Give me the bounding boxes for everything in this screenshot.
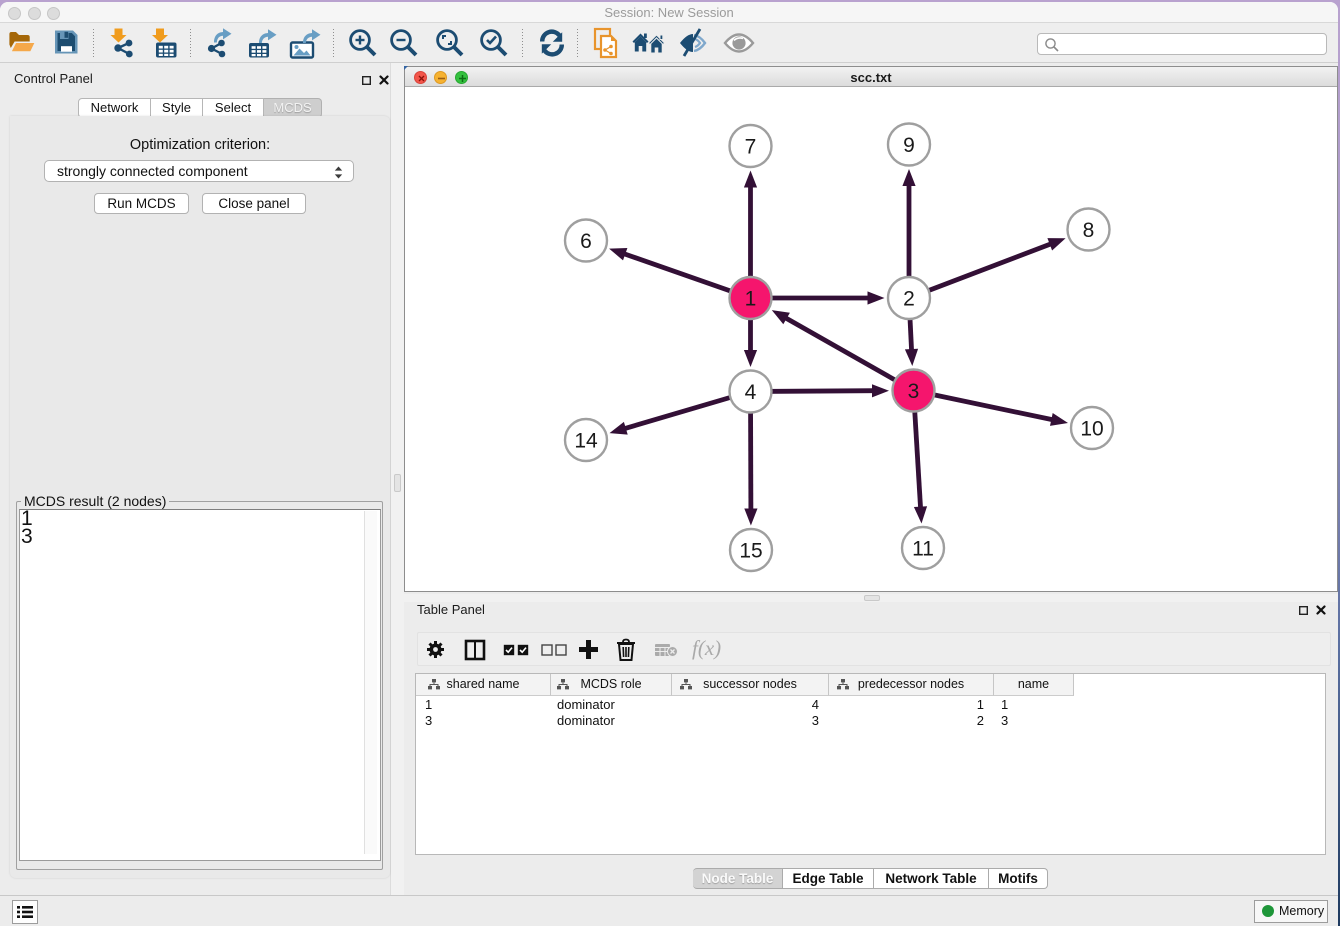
svg-text:2: 2 [903, 287, 915, 310]
svg-text:9: 9 [903, 134, 915, 157]
svg-text:15: 15 [739, 539, 762, 562]
svg-text:6: 6 [580, 230, 592, 253]
svg-text:11: 11 [912, 537, 934, 560]
svg-text:8: 8 [1083, 219, 1095, 242]
svg-text:1: 1 [745, 287, 757, 310]
svg-text:10: 10 [1080, 417, 1103, 440]
svg-text:7: 7 [745, 135, 757, 158]
svg-text:3: 3 [908, 380, 920, 403]
svg-text:14: 14 [574, 429, 598, 452]
svg-text:4: 4 [745, 381, 757, 404]
